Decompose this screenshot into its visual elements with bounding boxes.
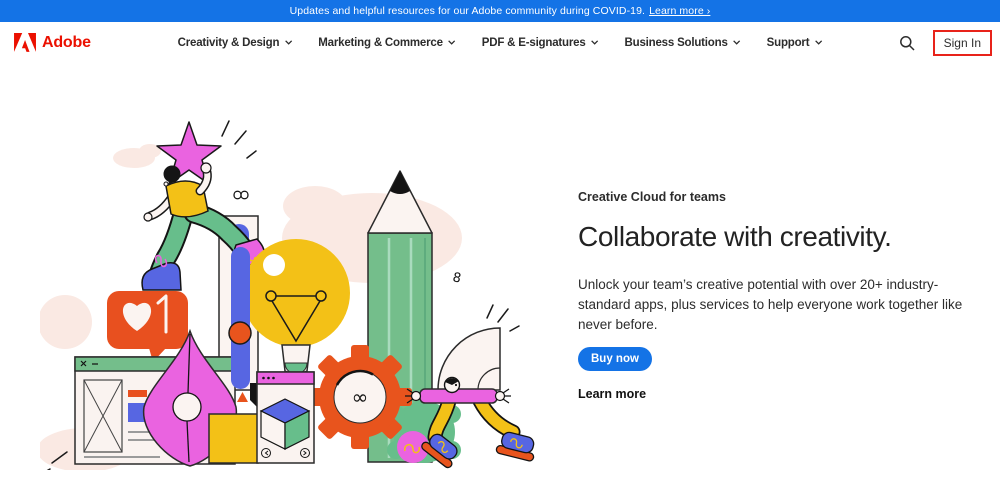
sign-in-button[interactable]: Sign In [933, 30, 992, 56]
brand-name: Adobe [42, 34, 91, 52]
learn-more-link[interactable]: Learn more [578, 387, 646, 401]
like-badge [107, 291, 188, 362]
main-menu: Creativity & Design Marketing & Commerce… [178, 22, 823, 63]
infinity-doodle [234, 191, 248, 199]
chevron-down-icon [733, 40, 741, 45]
adobe-logo[interactable]: Adobe [14, 22, 91, 63]
nav-item-pdf-esignatures[interactable]: PDF & E-signatures [482, 37, 599, 49]
buy-now-button[interactable]: Buy now [578, 347, 652, 371]
chevron-down-icon [284, 40, 292, 45]
banner-message: Updates and helpful resources for our Ad… [290, 5, 645, 17]
nav-item-marketing-commerce[interactable]: Marketing & Commerce [318, 37, 455, 49]
hero-description: Unlock your team’s creative potential wi… [578, 275, 978, 335]
adobe-homepage: Updates and helpful resources for our Ad… [0, 0, 1000, 489]
search-button[interactable] [893, 29, 921, 57]
cube-window [257, 372, 314, 463]
hero-title: Collaborate with creativity. [578, 221, 978, 253]
orange-gear-shape: ∞ [308, 345, 412, 449]
banner-learn-more-link[interactable]: Learn more › [649, 5, 710, 17]
search-icon [899, 35, 915, 51]
hero-copy: Creative Cloud for teams Collaborate wit… [578, 190, 978, 401]
svg-text:∞: ∞ [352, 385, 369, 409]
yellow-square [209, 414, 258, 463]
hero-eyebrow: Creative Cloud for teams [578, 190, 978, 204]
adobe-mark-icon [14, 33, 36, 52]
chevron-down-icon [448, 40, 456, 45]
hero-illustration: ∞ 8 [40, 95, 570, 470]
sparkle-lines [222, 121, 256, 158]
nav-right-actions: Sign In [893, 22, 992, 63]
sparkle-lines-right [487, 305, 519, 331]
top-nav: Adobe Creativity & Design Marketing & Co… [0, 22, 1000, 63]
chevron-down-icon [814, 40, 822, 45]
slider-shape [229, 247, 251, 402]
eight-doodle: 8 [451, 270, 462, 286]
covid-banner: Updates and helpful resources for our Ad… [0, 0, 1000, 22]
nav-item-creativity-design[interactable]: Creativity & Design [178, 37, 293, 49]
nav-item-business-solutions[interactable]: Business Solutions [625, 37, 741, 49]
chevron-down-icon [591, 40, 599, 45]
nav-item-support[interactable]: Support [767, 37, 823, 49]
